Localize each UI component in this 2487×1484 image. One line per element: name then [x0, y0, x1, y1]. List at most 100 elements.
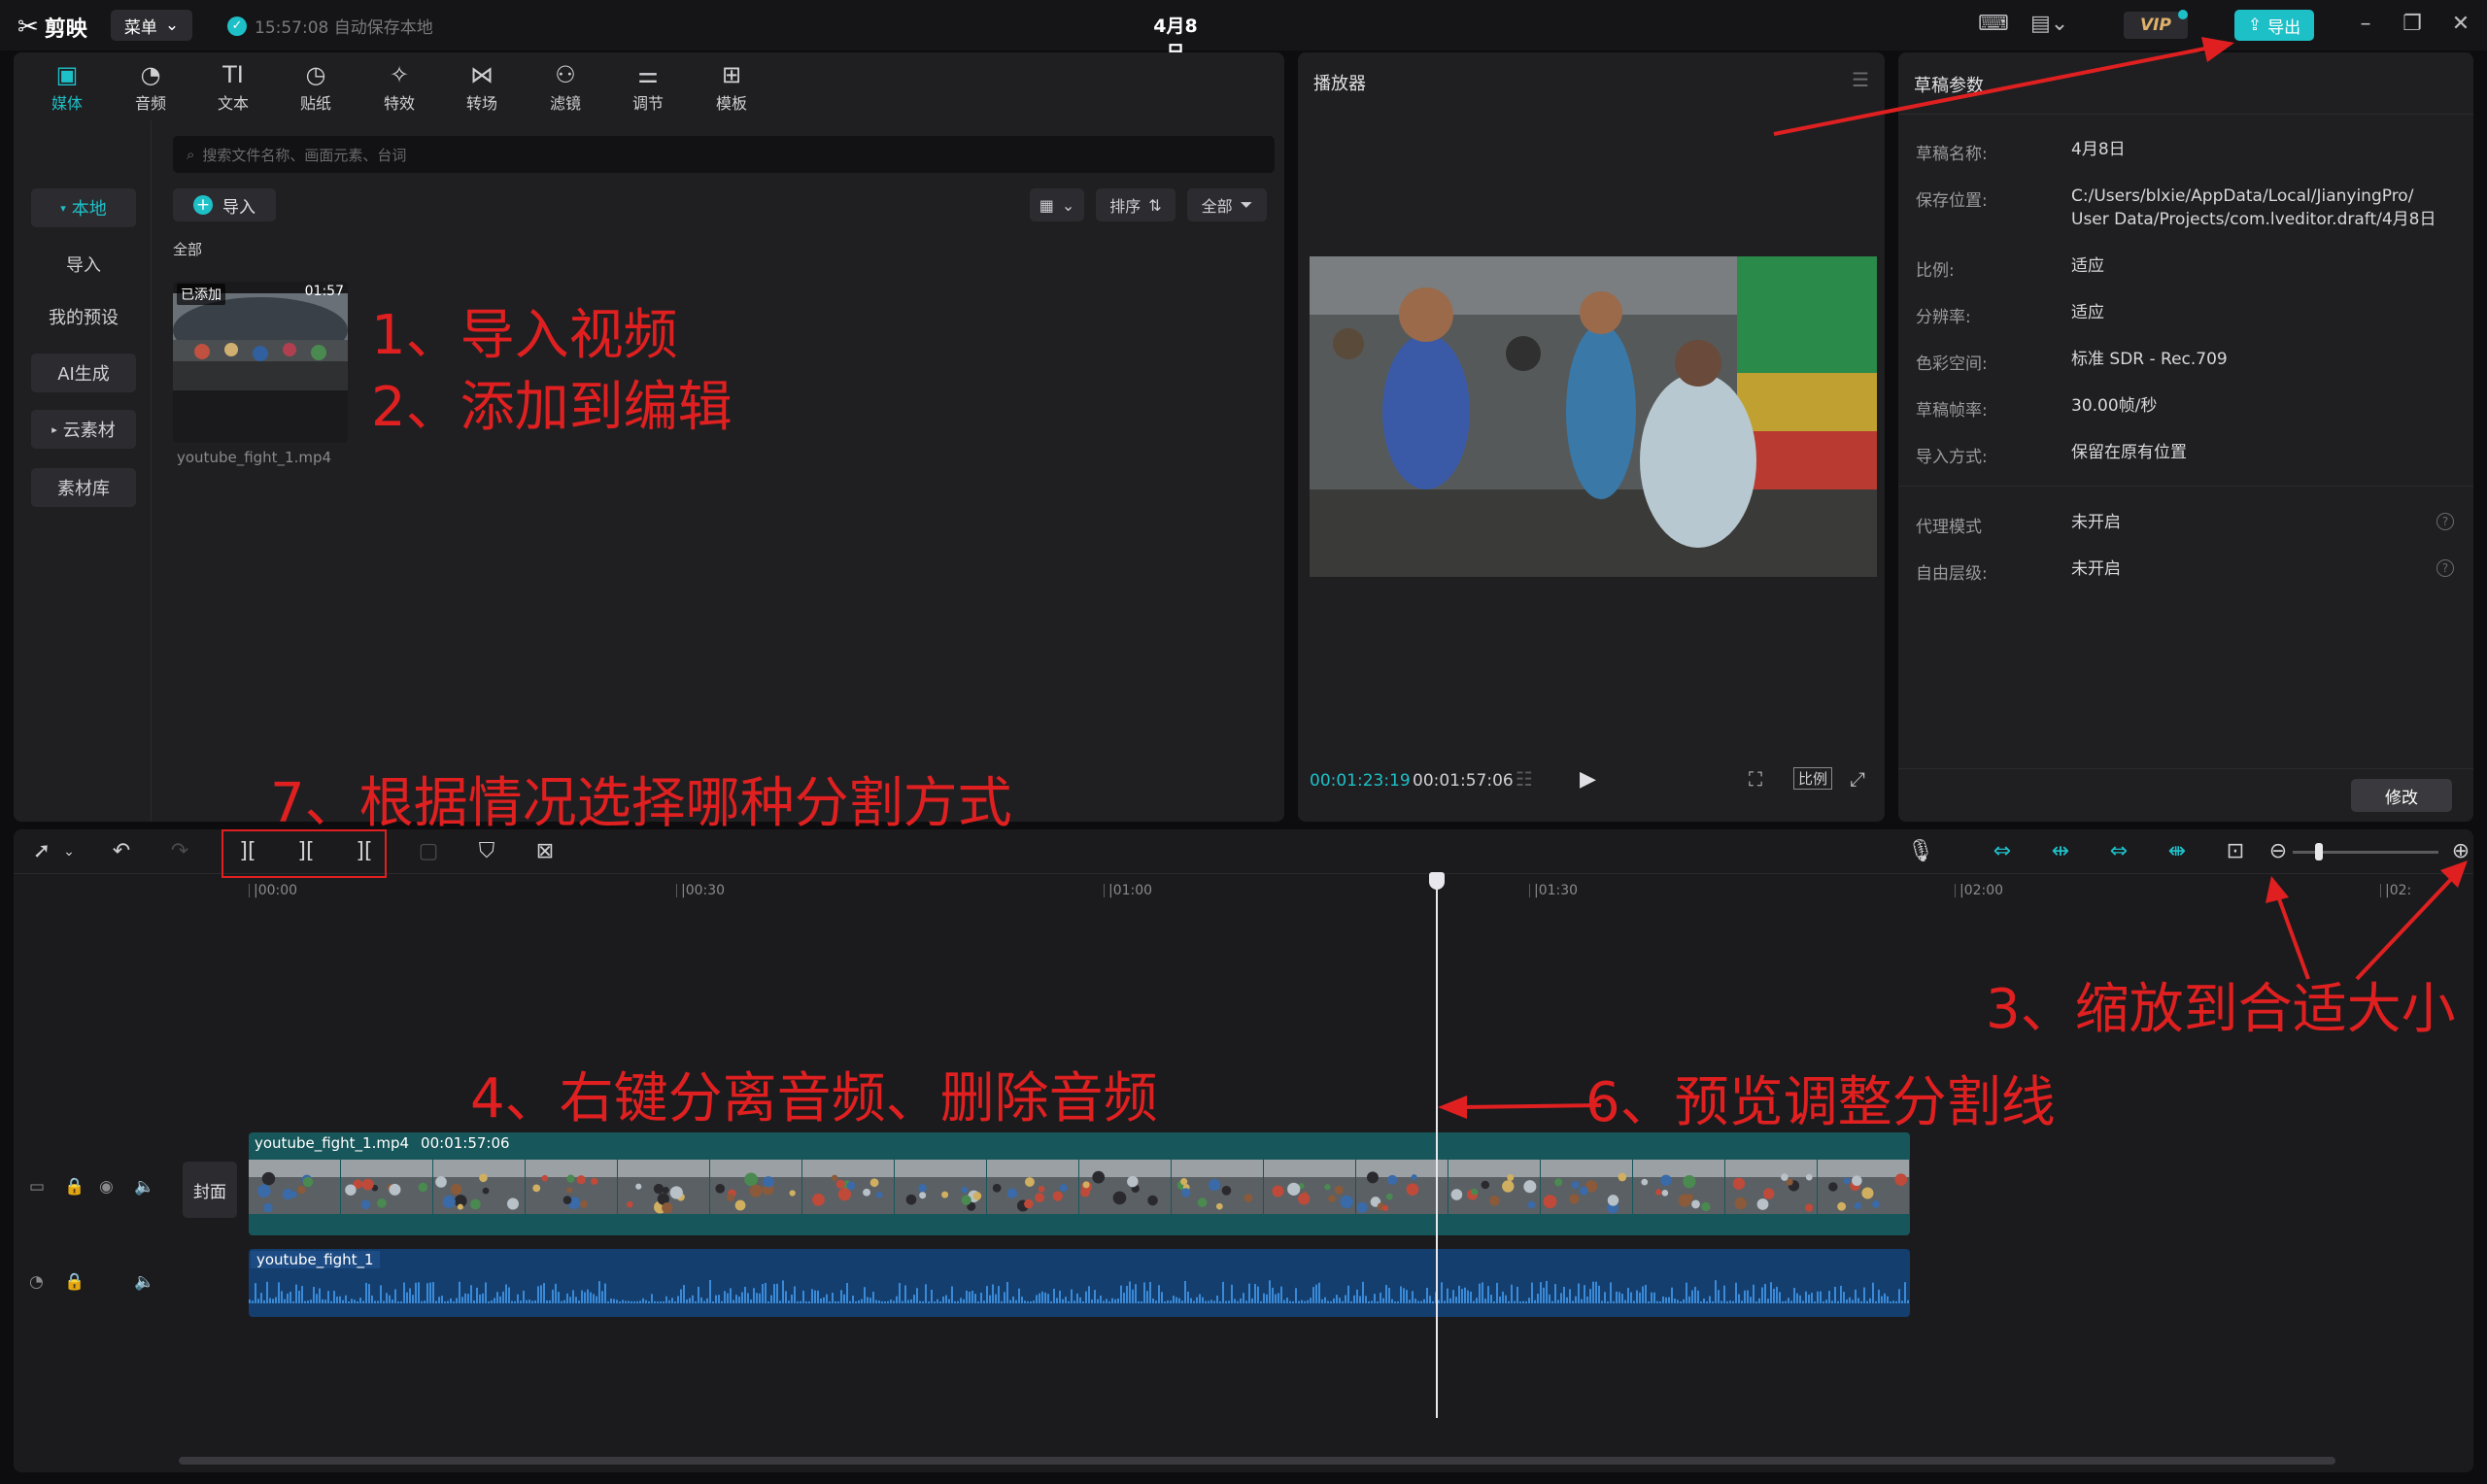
- eye-icon[interactable]: ◉: [99, 1177, 114, 1197]
- restore-icon[interactable]: ❐: [2398, 12, 2427, 36]
- modify-button[interactable]: 修改: [2351, 779, 2452, 812]
- horizontal-scrollbar[interactable]: [179, 1457, 2335, 1465]
- tool-filter[interactable]: ⚇ 滤镜: [531, 58, 599, 118]
- waveform-bar: [1846, 1298, 1848, 1303]
- waveform-bar: [1502, 1291, 1504, 1303]
- tool-text[interactable]: TI 文本: [199, 58, 267, 118]
- waveform-bar: [1368, 1300, 1370, 1303]
- waveform-bar: [456, 1298, 458, 1303]
- delete-icon[interactable]: ▢: [414, 839, 443, 864]
- minimize-icon[interactable]: –: [2351, 12, 2380, 36]
- video-frame-person: [744, 1172, 758, 1187]
- select-pointer-icon[interactable]: ➚: [27, 839, 56, 864]
- waveform-bar: [721, 1300, 723, 1303]
- play-icon[interactable]: ▶: [1580, 767, 1596, 792]
- capcut-logo-icon: ✂: [17, 13, 39, 42]
- video-frame-person: [961, 1186, 969, 1194]
- waveform-bar: [1260, 1300, 1262, 1303]
- prop-value-import-mode: 保留在原有位置: [2071, 443, 2187, 462]
- sidebar-item-my-presets[interactable]: 我的预设: [31, 297, 136, 336]
- tool-sticker[interactable]: ◷ 贴纸: [282, 58, 350, 118]
- split-icon[interactable]: ][: [233, 839, 262, 864]
- view-mode-button[interactable]: ▦ ⌄: [1030, 188, 1084, 221]
- waveform-bar: [1257, 1286, 1259, 1303]
- sidebar-item-cloud[interactable]: ▸ 云素材: [31, 410, 136, 449]
- waveform-bar: [1345, 1295, 1346, 1303]
- sidebar-item-library[interactable]: 素材库: [31, 468, 136, 507]
- tool-audio[interactable]: ◔ 音频: [117, 58, 185, 118]
- sidebar-item-import[interactable]: 导入: [31, 245, 136, 284]
- grid-view-icon: ▦: [1039, 195, 1054, 215]
- undo-icon[interactable]: ↶: [107, 839, 136, 864]
- sidebar-item-local[interactable]: ▾ 本地: [31, 188, 136, 227]
- crop-icon[interactable]: ⊠: [530, 839, 560, 864]
- filter-button[interactable]: 全部 ⏷: [1187, 188, 1267, 221]
- help-icon[interactable]: ?: [2436, 559, 2454, 577]
- waveform-bar: [1703, 1298, 1705, 1303]
- main-track-magnet-icon[interactable]: ⇔: [1988, 839, 2017, 864]
- lock-icon[interactable]: 🔒: [64, 1272, 85, 1292]
- video-frame-person: [1038, 1185, 1045, 1193]
- menu-button[interactable]: 菜单 ⌄: [111, 10, 192, 41]
- video-clip[interactable]: youtube_fight_1.mp4 00:01:57:06: [249, 1132, 1910, 1235]
- microphone-icon[interactable]: 🎙: [1906, 839, 1935, 864]
- waveform-bar: [295, 1284, 297, 1303]
- waveform-bar: [1735, 1282, 1737, 1303]
- search-input[interactable]: ⌕ 搜索文件名称、画面元素、台词: [173, 136, 1275, 173]
- marker-icon[interactable]: ⛉: [472, 839, 501, 864]
- speaker-icon[interactable]: 🔈: [134, 1177, 154, 1197]
- waveform-bar: [1114, 1298, 1116, 1303]
- chevron-down-icon[interactable]: ⌄: [54, 839, 84, 864]
- auto-snap-icon[interactable]: ⇹: [2046, 839, 2075, 864]
- waveform-bar: [1135, 1284, 1137, 1303]
- media-clip-thumbnail[interactable]: 已添加 01:57: [173, 282, 348, 443]
- tool-media[interactable]: ▣ 媒体: [33, 58, 101, 118]
- sidebar-item-ai-generate[interactable]: AI生成: [31, 354, 136, 392]
- waveform-bar: [1525, 1300, 1527, 1303]
- fit-screen-icon[interactable]: ⛶: [1749, 767, 1762, 791]
- video-preview[interactable]: [1310, 256, 1877, 577]
- cover-button[interactable]: 封面: [183, 1162, 237, 1218]
- fullscreen-icon[interactable]: ⤢: [1850, 767, 1865, 791]
- waveform-bar: [1718, 1290, 1720, 1303]
- waveform-bar: [826, 1294, 828, 1303]
- fit-timeline-icon[interactable]: ⊡: [2221, 839, 2250, 864]
- tool-transition[interactable]: ⋈ 转场: [448, 58, 516, 118]
- ruler-tick: |00:30: [676, 884, 725, 897]
- ratio-button[interactable]: 比例: [1793, 767, 1833, 790]
- close-icon[interactable]: ✕: [2446, 12, 2475, 36]
- help-icon[interactable]: ?: [2436, 513, 2454, 530]
- waveform-bar: [1149, 1281, 1151, 1303]
- preview-axis-icon[interactable]: ⇼: [2163, 839, 2192, 864]
- template-icon: ⊞: [721, 61, 742, 88]
- waveform-bar: [537, 1286, 539, 1303]
- sidebar-item-label: 云素材: [62, 421, 116, 441]
- sort-button[interactable]: 排序 ⇅: [1096, 188, 1175, 221]
- split-right-icon[interactable]: ][: [350, 839, 379, 864]
- video-frame-person: [1324, 1184, 1331, 1191]
- import-button[interactable]: + 导入: [173, 188, 276, 221]
- linkage-icon[interactable]: ⇔: [2104, 839, 2133, 864]
- tool-template[interactable]: ⊞ 模板: [698, 58, 766, 118]
- split-left-icon[interactable]: ][: [291, 839, 321, 864]
- waveform-bar: [677, 1296, 679, 1303]
- waveform-bar: [665, 1296, 667, 1303]
- waveform-bar: [1621, 1294, 1623, 1303]
- playhead-line[interactable]: [1436, 878, 1438, 1418]
- waveform-bar: [1103, 1300, 1105, 1303]
- tool-adjust[interactable]: ⚌ 调节: [614, 58, 682, 118]
- video-frame-sky: [1541, 1160, 1632, 1177]
- audio-clip[interactable]: youtube_fight_1: [249, 1249, 1910, 1317]
- waveform-toggle-icon[interactable]: ☷: [1516, 767, 1533, 791]
- video-frame-person: [1024, 1198, 1034, 1209]
- redo-icon[interactable]: ↷: [165, 839, 194, 864]
- video-frame-person: [734, 1199, 746, 1211]
- speaker-icon[interactable]: 🔈: [134, 1272, 154, 1292]
- waveform-bar: [1126, 1286, 1128, 1303]
- tool-effects[interactable]: ✧ 特效: [365, 58, 433, 118]
- playhead-handle[interactable]: [1429, 872, 1445, 890]
- lock-icon[interactable]: 🔒: [64, 1177, 85, 1197]
- waveform-bar: [1496, 1282, 1498, 1303]
- waveform-bar: [287, 1293, 289, 1303]
- waveform-bar: [269, 1298, 271, 1303]
